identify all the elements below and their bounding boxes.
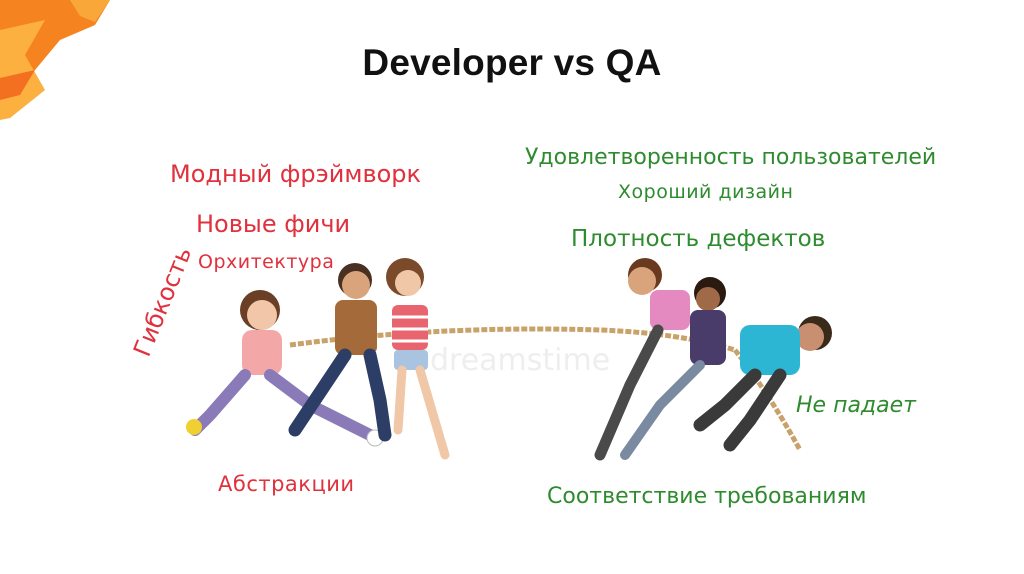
dev-item-abstractions: Абстракции [218,472,355,496]
qa-item-user-satisfaction: Удовлетворенность пользователей [525,145,937,170]
page-title: Developer vs QA [362,42,662,83]
qa-item-defect-density: Плотность дефектов [571,226,826,252]
watermark: dreamstime [430,343,610,378]
qa-item-good-design: Хороший дизайн [618,181,794,203]
tug-of-war-illustration: dreamstime [186,258,832,461]
dev-item-features: Новые фичи [196,210,351,238]
kid-boy-left [288,263,392,442]
slide: Developer vs QA Модный фрэймворк Новые ф… [0,0,1024,574]
dev-item-framework: Модный фрэймворк [170,160,422,188]
qa-item-requirements: Соответствие требованиям [547,484,867,509]
